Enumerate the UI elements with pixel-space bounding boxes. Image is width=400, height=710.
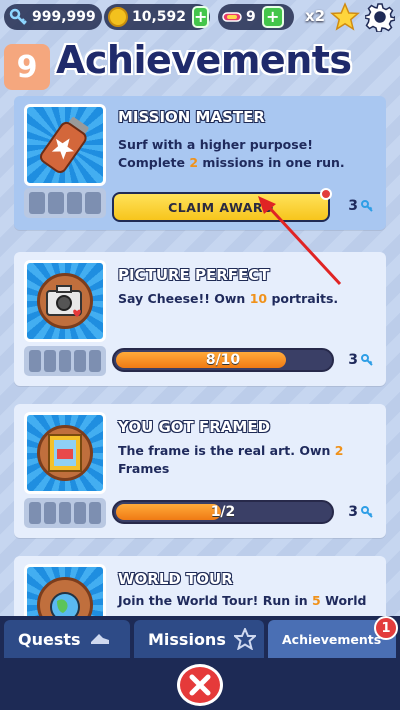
achievement-thumbnail — [24, 104, 106, 186]
tab-label: Achievements — [282, 631, 382, 647]
close-icon — [189, 674, 211, 696]
add-coins-button[interactable]: + — [192, 6, 210, 28]
hoverboard-icon — [222, 7, 242, 27]
achievement-title: YOU GOT FRAMED — [118, 418, 271, 436]
achievement-description: Join the World Tour! Run in 5 World — [118, 593, 367, 608]
star-icon[interactable] — [330, 2, 360, 32]
coin-icon — [108, 7, 128, 27]
progress-text: 8/10 — [205, 352, 241, 368]
coins-value: 10,592 — [132, 9, 187, 25]
tab-label: Quests — [18, 629, 81, 649]
achievement-card-you-got-framed[interactable]: YOU GOT FRAMED The frame is the real art… — [14, 404, 386, 538]
reward-keys: 3 — [348, 352, 374, 368]
tab-achievements[interactable]: Achievements 1 — [268, 616, 398, 658]
key-icon — [361, 506, 373, 518]
tab-quests[interactable]: Quests — [4, 620, 130, 658]
achievement-description: Say Cheese!! Own 10 portraits. — [118, 291, 339, 306]
add-hoverboards-button[interactable]: + — [261, 6, 284, 28]
close-button[interactable] — [177, 664, 223, 706]
reward-value: 3 — [348, 504, 358, 520]
spray-can-icon — [39, 117, 89, 173]
achievement-title: WORLD TOUR — [118, 570, 233, 588]
key-icon — [8, 7, 28, 27]
score-multiplier: x2 — [305, 7, 326, 25]
progress-text: 1/2 — [210, 504, 236, 520]
hoverboards-counter: 9 + — [218, 4, 294, 30]
progress-bar: 1/2 — [112, 500, 334, 524]
camera-icon — [46, 285, 82, 317]
achievement-tier-slots — [24, 188, 106, 218]
tab-missions[interactable]: Missions — [134, 620, 264, 658]
achievement-description: Surf with a higher purpose! Complete 2 m… — [118, 137, 345, 170]
reward-value: 3 — [348, 352, 358, 368]
key-icon — [361, 200, 373, 212]
achievement-tier-slots — [24, 498, 106, 528]
sneaker-icon — [90, 634, 109, 644]
reward-keys: 3 — [348, 504, 374, 520]
progress-bar: 8/10 — [112, 348, 334, 372]
gear-icon[interactable] — [365, 2, 395, 32]
achievement-thumbnail — [24, 412, 106, 494]
reward-keys: 3 — [348, 198, 374, 214]
tab-label: Missions — [148, 629, 226, 649]
keys-counter: 999,999 — [4, 4, 102, 30]
achievement-title: MISSION MASTER — [118, 108, 265, 126]
achievement-thumbnail — [24, 260, 106, 342]
hoverboards-value: 9 — [246, 9, 256, 25]
keys-value: 999,999 — [32, 9, 96, 25]
key-icon — [361, 354, 373, 366]
level-badge: 9 — [4, 44, 50, 90]
achievement-tier-slots — [24, 346, 106, 376]
star-outline-icon — [233, 628, 256, 650]
picture-frame-icon — [48, 434, 82, 472]
page-title: Achievements — [56, 38, 352, 82]
achievement-title: PICTURE PERFECT — [118, 266, 270, 284]
pointer-arrow — [258, 196, 342, 286]
tab-badge: 1 — [374, 616, 398, 640]
reward-value: 3 — [348, 198, 358, 214]
top-bar: 999,999 10,592 + 9 + x2 — [0, 0, 400, 36]
achievement-description: The frame is the real art. Own 2 Frames — [118, 443, 344, 476]
coins-counter: 10,592 + — [104, 4, 210, 30]
